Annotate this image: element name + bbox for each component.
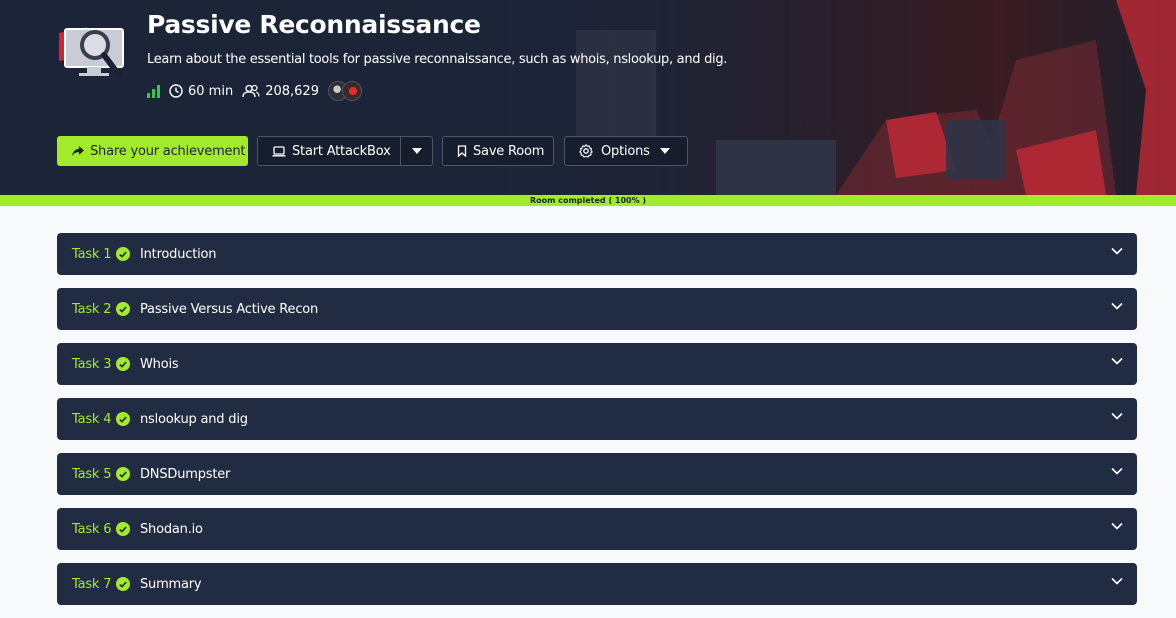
- check-circle-icon: [116, 412, 130, 426]
- check-circle-icon: [116, 522, 130, 536]
- start-attackbox-label: Start AttackBox: [292, 143, 391, 159]
- share-achievement-button[interactable]: Share your achievement: [57, 136, 248, 166]
- start-attackbox-button[interactable]: Start AttackBox: [257, 136, 401, 166]
- gear-icon: [579, 144, 593, 158]
- caret-down-icon: [411, 148, 422, 154]
- task-number: Task 2: [72, 301, 112, 317]
- bookmark-icon: [457, 145, 467, 157]
- room-title: Passive Reconnaissance: [147, 10, 481, 39]
- room-description: Learn about the essential tools for pass…: [147, 52, 728, 67]
- chevron-down-icon[interactable]: [1111, 577, 1123, 585]
- task-title: Shodan.io: [140, 521, 203, 537]
- task-row[interactable]: Task 1 Introduction: [57, 233, 1137, 275]
- creator-avatar[interactable]: [341, 81, 362, 101]
- share-achievement-label: Share your achievement: [90, 143, 246, 159]
- task-number: Task 1: [72, 246, 112, 262]
- room-creators[interactable]: [327, 81, 362, 101]
- task-title: Introduction: [140, 246, 217, 262]
- clock-icon: [169, 84, 183, 98]
- save-room-label: Save Room: [473, 143, 545, 159]
- task-title: Whois: [140, 356, 179, 372]
- duration: 60 min: [169, 84, 233, 99]
- task-row[interactable]: Task 3 Whois: [57, 343, 1137, 385]
- check-circle-icon: [116, 302, 130, 316]
- task-number: Task 6: [72, 521, 112, 537]
- room-progress-bar: Room completed ( 100% ): [0, 195, 1176, 206]
- chevron-down-icon[interactable]: [1111, 467, 1123, 475]
- users-icon: [242, 84, 260, 98]
- room-logo-magnifier-icon: [59, 27, 124, 78]
- save-room-button[interactable]: Save Room: [442, 136, 554, 166]
- check-circle-icon: [116, 357, 130, 371]
- laptop-icon: [272, 145, 286, 156]
- room-meta: 60 min 208,629: [147, 80, 362, 102]
- task-row[interactable]: Task 6 Shodan.io: [57, 508, 1137, 550]
- user-count: 208,629: [242, 84, 319, 99]
- user-count-text: 208,629: [265, 83, 319, 99]
- check-circle-icon: [116, 577, 130, 591]
- task-title: Summary: [140, 576, 202, 592]
- share-icon: [72, 145, 84, 156]
- task-row[interactable]: Task 4 nslookup and dig: [57, 398, 1137, 440]
- task-title: nslookup and dig: [140, 411, 248, 427]
- caret-down-icon: [659, 148, 670, 154]
- chevron-down-icon[interactable]: [1111, 247, 1123, 255]
- task-number: Task 5: [72, 466, 112, 482]
- options-label: Options: [601, 143, 650, 159]
- check-circle-icon: [116, 467, 130, 481]
- check-circle-icon: [116, 247, 130, 261]
- task-title: DNSDumpster: [140, 466, 231, 482]
- task-row[interactable]: Task 7 Summary: [57, 563, 1137, 605]
- task-row[interactable]: Task 2 Passive Versus Active Recon: [57, 288, 1137, 330]
- task-row[interactable]: Task 5 DNSDumpster: [57, 453, 1137, 495]
- options-dropdown-button[interactable]: Options: [564, 136, 688, 166]
- room-progress-label: Room completed ( 100% ): [529, 196, 647, 205]
- chevron-down-icon[interactable]: [1111, 357, 1123, 365]
- task-number: Task 7: [72, 576, 112, 592]
- chevron-down-icon[interactable]: [1111, 302, 1123, 310]
- task-number: Task 4: [72, 411, 112, 427]
- difficulty-signal-icon: [147, 84, 160, 98]
- chevron-down-icon[interactable]: [1111, 412, 1123, 420]
- task-list: Task 1 Introduction Task 2 Passive Versus A…: [57, 233, 1137, 618]
- duration-text: 60 min: [188, 83, 234, 99]
- task-number: Task 3: [72, 356, 112, 372]
- chevron-down-icon[interactable]: [1111, 522, 1123, 530]
- room-header: Passive Reconnaissance Learn about the e…: [0, 0, 1176, 195]
- task-title: Passive Versus Active Recon: [140, 301, 319, 317]
- attackbox-dropdown-button[interactable]: [400, 136, 433, 166]
